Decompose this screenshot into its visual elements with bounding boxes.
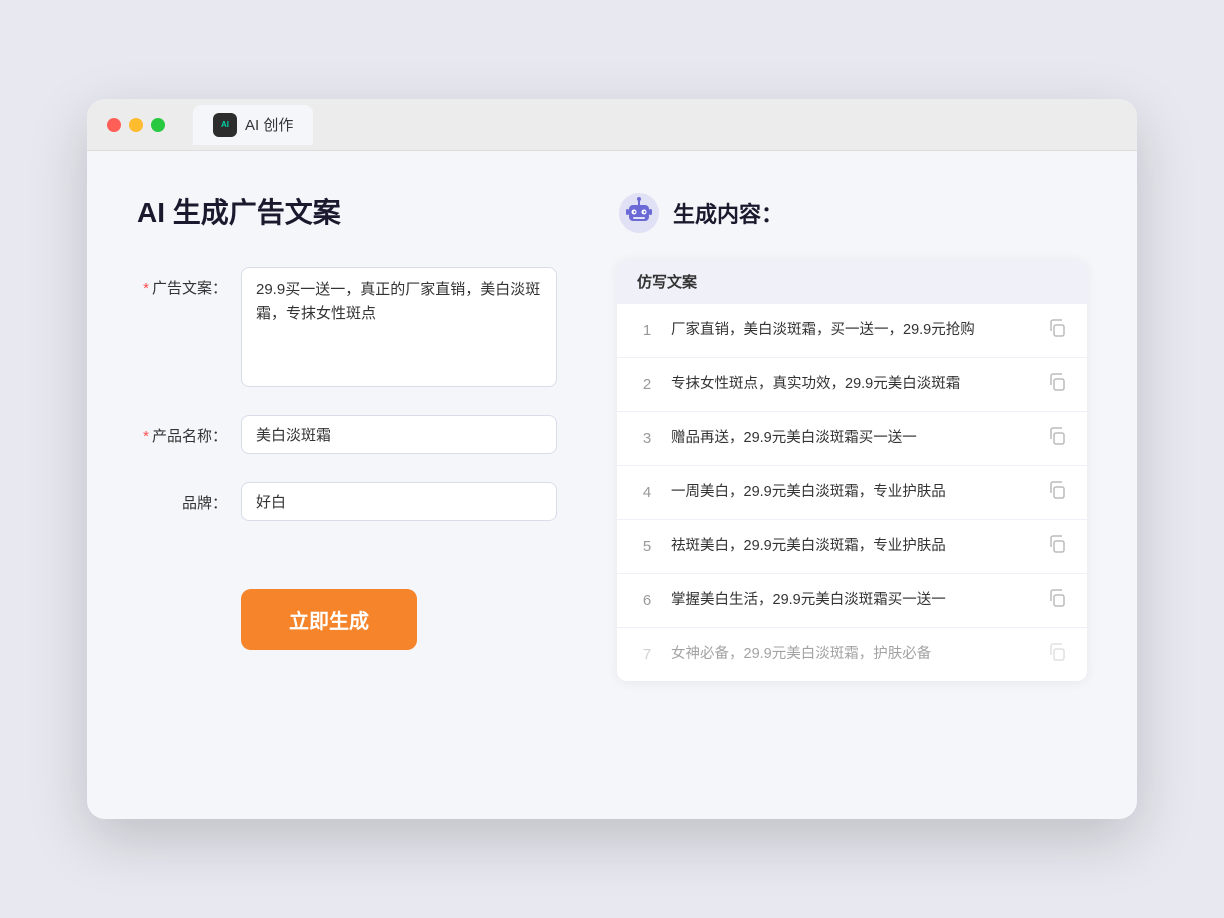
copy-icon[interactable] <box>1047 588 1067 613</box>
brand-label: 品牌： <box>137 482 227 513</box>
traffic-lights <box>107 118 165 132</box>
copy-icon[interactable] <box>1047 318 1067 343</box>
brand-input[interactable] <box>241 482 557 521</box>
right-header: 生成内容： <box>617 191 1087 235</box>
result-row: 2 专抹女性斑点，真实功效，29.9元美白淡斑霜 <box>617 358 1087 412</box>
result-text: 厂家直销，美白淡斑霜，买一送一，29.9元抢购 <box>671 320 1033 342</box>
result-row: 1 厂家直销，美白淡斑霜，买一送一，29.9元抢购 <box>617 304 1087 358</box>
maximize-button[interactable] <box>151 118 165 132</box>
result-text: 掌握美白生活，29.9元美白淡斑霜买一送一 <box>671 590 1033 612</box>
results-list: 1 厂家直销，美白淡斑霜，买一送一，29.9元抢购 2 专抹女性斑点，真实功效，29… <box>617 304 1087 681</box>
page-title: AI 生成广告文案 <box>137 191 557 231</box>
copy-icon[interactable] <box>1047 372 1067 397</box>
ad-copy-input[interactable] <box>241 267 557 387</box>
copy-icon[interactable] <box>1047 642 1067 667</box>
result-row: 4 一周美白，29.9元美白淡斑霜，专业护肤品 <box>617 466 1087 520</box>
ai-tab-icon <box>213 113 237 137</box>
result-text: 赠品再送，29.9元美白淡斑霜买一送一 <box>671 428 1033 450</box>
product-name-group: 产品名称： <box>137 415 557 454</box>
product-name-label: 产品名称： <box>137 415 227 446</box>
result-number: 3 <box>637 430 657 447</box>
right-panel: 生成内容： 仿写文案 1 厂家直销，美白淡斑霜，买一送一，29.9元抢购 2 专抹女… <box>617 191 1087 771</box>
results-table: 仿写文案 1 厂家直销，美白淡斑霜，买一送一，29.9元抢购 2 专抹女性斑点，真实… <box>617 259 1087 681</box>
content-area: AI 生成广告文案 广告文案： 产品名称： 品牌： 立即生成 <box>87 151 1137 811</box>
title-bar: AI 创作 <box>87 99 1137 151</box>
result-number: 2 <box>637 376 657 393</box>
tab-label: AI 创作 <box>245 114 293 135</box>
result-text: 女神必备，29.9元美白淡斑霜，护肤必备 <box>671 644 1033 666</box>
result-row: 3 赠品再送，29.9元美白淡斑霜买一送一 <box>617 412 1087 466</box>
left-panel: AI 生成广告文案 广告文案： 产品名称： 品牌： 立即生成 <box>137 191 557 771</box>
result-row: 7 女神必备，29.9元美白淡斑霜，护肤必备 <box>617 628 1087 681</box>
result-number: 5 <box>637 538 657 555</box>
result-number: 6 <box>637 592 657 609</box>
result-row: 5 祛斑美白，29.9元美白淡斑霜，专业护肤品 <box>617 520 1087 574</box>
right-title: 生成内容： <box>673 197 783 229</box>
robot-icon <box>617 191 661 235</box>
result-text: 专抹女性斑点，真实功效，29.9元美白淡斑霜 <box>671 374 1033 396</box>
result-text: 祛斑美白，29.9元美白淡斑霜，专业护肤品 <box>671 536 1033 558</box>
result-number: 4 <box>637 484 657 501</box>
copy-icon[interactable] <box>1047 534 1067 559</box>
generate-button[interactable]: 立即生成 <box>241 589 417 650</box>
close-button[interactable] <box>107 118 121 132</box>
ai-tab[interactable]: AI 创作 <box>193 105 313 145</box>
product-name-input[interactable] <box>241 415 557 454</box>
copy-icon[interactable] <box>1047 480 1067 505</box>
minimize-button[interactable] <box>129 118 143 132</box>
results-header: 仿写文案 <box>617 259 1087 304</box>
result-number: 1 <box>637 322 657 339</box>
result-text: 一周美白，29.9元美白淡斑霜，专业护肤品 <box>671 482 1033 504</box>
result-row: 6 掌握美白生活，29.9元美白淡斑霜买一送一 <box>617 574 1087 628</box>
browser-window: AI 创作 AI 生成广告文案 广告文案： 产品名称： 品牌： 立即生成 <box>87 99 1137 819</box>
ad-copy-group: 广告文案： <box>137 267 557 387</box>
ad-copy-label: 广告文案： <box>137 267 227 298</box>
brand-group: 品牌： <box>137 482 557 521</box>
copy-icon[interactable] <box>1047 426 1067 451</box>
result-number: 7 <box>637 646 657 663</box>
